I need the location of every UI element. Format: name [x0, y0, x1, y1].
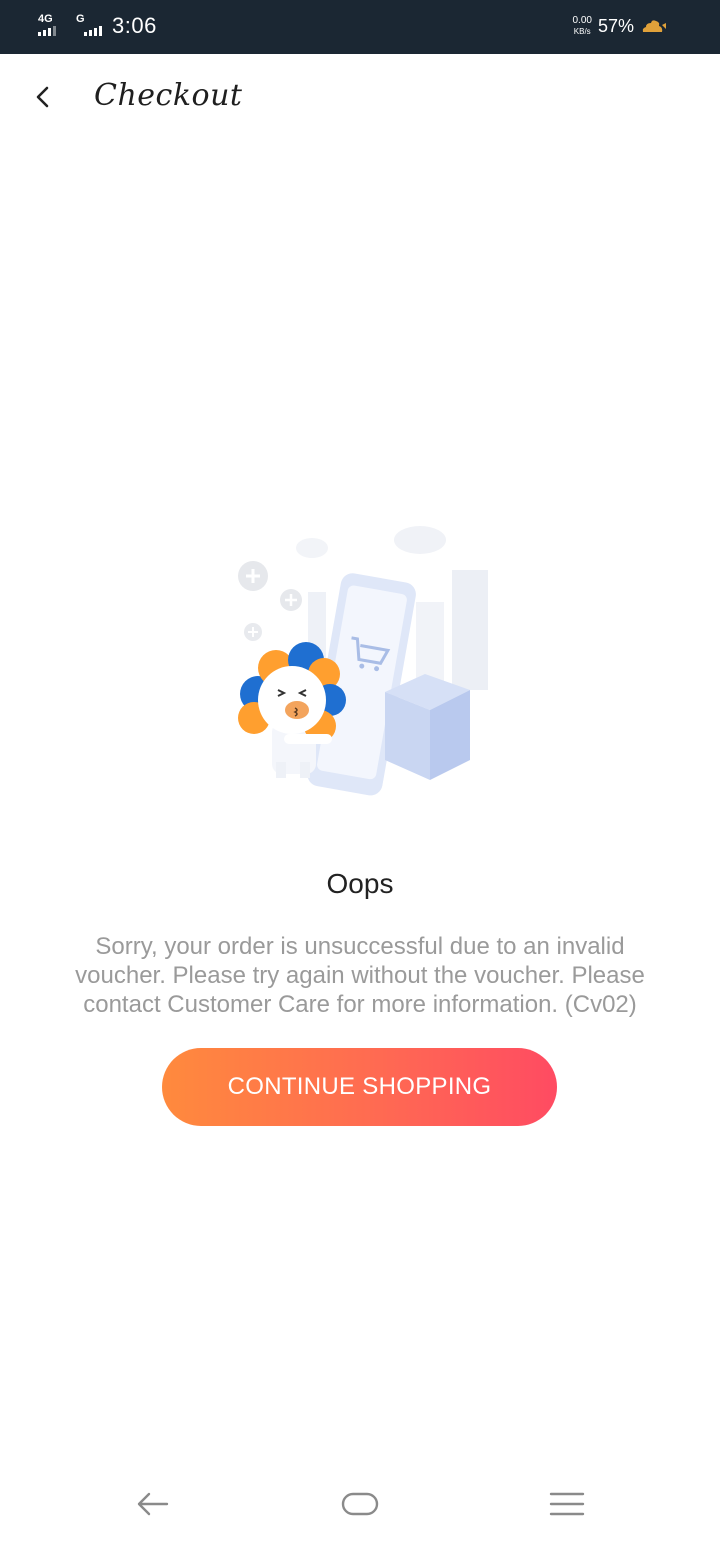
- continue-shopping-button[interactable]: CONTINUE SHOPPING: [162, 1048, 557, 1126]
- nav-home-button[interactable]: [340, 1486, 380, 1522]
- battery-icon: [642, 20, 666, 32]
- error-title: Oops: [326, 868, 394, 899]
- mascot-phone-cart-illustration: [238, 526, 488, 796]
- system-nav-bar: [0, 1464, 720, 1544]
- network-type-label: 4G: [38, 13, 53, 25]
- speed-unit: KB/s: [573, 27, 591, 36]
- nav-menu-button[interactable]: [547, 1486, 587, 1522]
- status-bar: 4G G 3:06 0.00 KB/s 57%: [0, 0, 720, 54]
- page-title: Checkout: [94, 78, 243, 113]
- battery-percent: 57%: [597, 15, 634, 36]
- app-bar: Checkout: [0, 54, 720, 140]
- status-right: 0.00 KB/s 57%: [573, 12, 666, 40]
- home-icon: [341, 1492, 379, 1516]
- network-type-label-2: G: [76, 13, 85, 25]
- back-button[interactable]: [28, 82, 58, 112]
- signal-icon-2: G: [76, 12, 110, 40]
- signal-icon: 4G: [38, 12, 68, 40]
- status-left: 4G G 3:06: [38, 10, 157, 42]
- chevron-left-icon: [36, 86, 49, 108]
- menu-icon: [549, 1492, 585, 1516]
- network-speed: 0.00 KB/s: [573, 15, 592, 37]
- nav-back-button[interactable]: [133, 1486, 173, 1522]
- back-arrow-icon: [137, 1492, 169, 1516]
- clock: 3:06: [112, 13, 157, 38]
- error-message: Sorry, your order is unsuccessful due to…: [75, 933, 645, 1018]
- speed-value: 0.00: [572, 15, 592, 26]
